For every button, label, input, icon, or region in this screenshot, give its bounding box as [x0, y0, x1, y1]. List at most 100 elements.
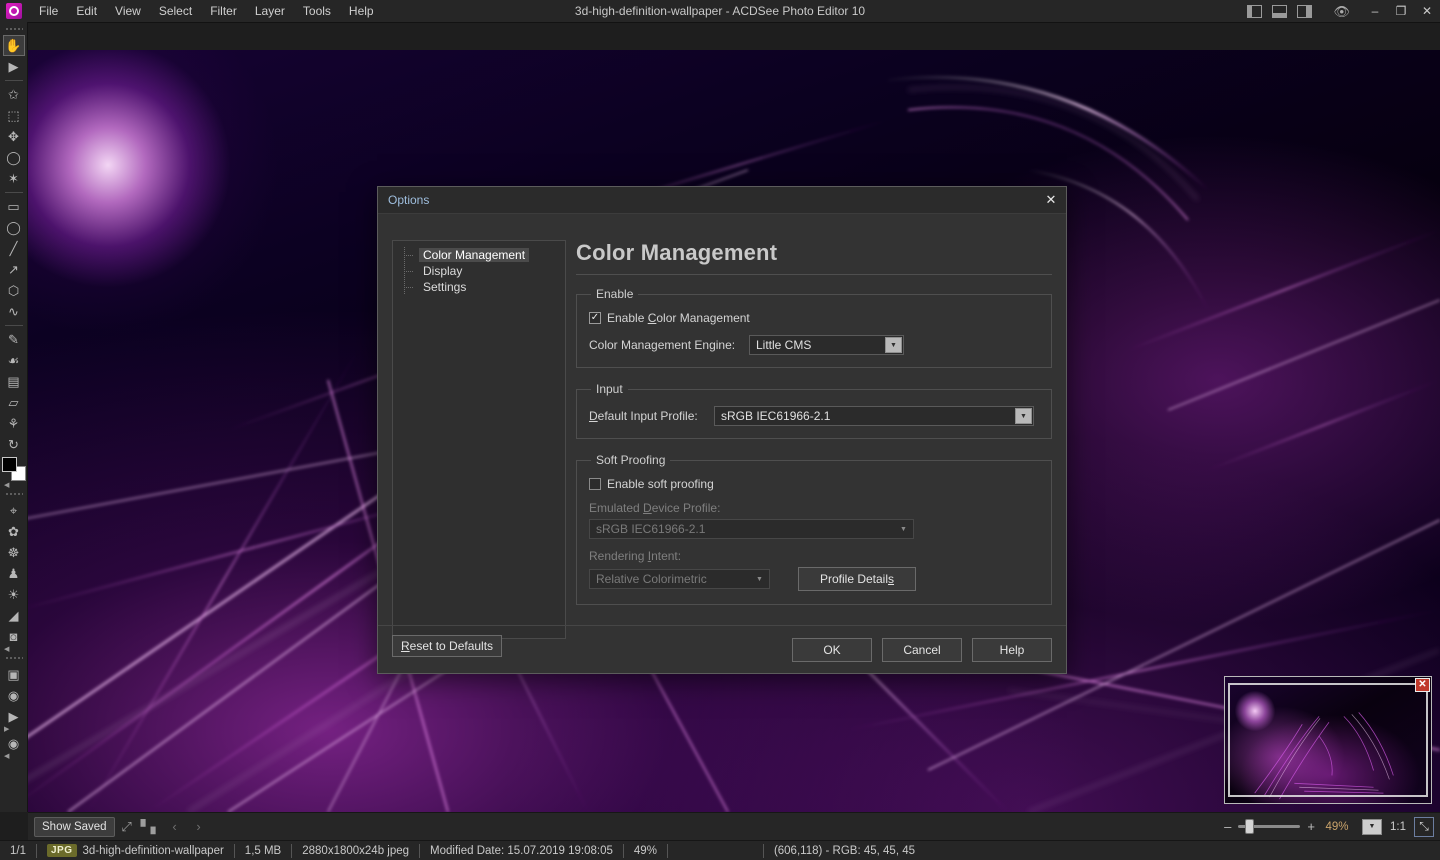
toolbar-section-handle[interactable]: [4, 656, 23, 661]
tree-item-color-management[interactable]: Color Management: [393, 247, 565, 263]
default-input-profile-row: Default Input Profile: sRGB IEC61966-2.1…: [589, 406, 1039, 426]
arrow-tool[interactable]: ↗: [3, 259, 25, 280]
eye-preview-icon[interactable]: 👁: [1333, 5, 1350, 18]
eyedropper-tool[interactable]: ⚘: [3, 413, 25, 434]
previous-image-icon[interactable]: ‹: [163, 816, 187, 838]
color-management-engine-combo[interactable]: Little CMS ▼: [749, 335, 904, 355]
left-pane-icon[interactable]: [1247, 4, 1263, 18]
status-dimensions: 2880x1800x24b jpeg: [302, 844, 410, 857]
enable-color-management-checkbox[interactable]: ✓: [589, 312, 601, 324]
blur-tool[interactable]: ◙: [3, 626, 25, 647]
restore-button[interactable]: ❐: [1388, 0, 1414, 22]
eraser-tool[interactable]: ▱: [3, 392, 25, 413]
menu-select[interactable]: Select: [150, 1, 201, 21]
fit-to-window-icon[interactable]: ⤡: [1414, 816, 1434, 837]
zoom-slider-handle[interactable]: [1245, 819, 1255, 834]
zoom-dropdown-chevron-down-icon[interactable]: ▼: [1362, 818, 1382, 835]
reset-to-defaults-button[interactable]: Reset to Defaults: [392, 635, 503, 657]
color-swatches[interactable]: [1, 457, 26, 481]
light-eq-tool[interactable]: ☀: [3, 584, 25, 605]
right-pane-icon[interactable]: [1297, 4, 1313, 18]
menu-filter[interactable]: Filter: [201, 1, 246, 21]
menu-help[interactable]: Help: [340, 1, 383, 21]
toolbar-drag-handle[interactable]: [4, 27, 23, 32]
paint-bucket-tool[interactable]: ◢: [3, 605, 25, 626]
menu-layer[interactable]: Layer: [246, 1, 294, 21]
next-image-icon[interactable]: ›: [187, 816, 211, 838]
foreground-color-swatch[interactable]: [1, 457, 17, 472]
navigator-viewport-frame[interactable]: [1228, 683, 1428, 797]
zoom-slider[interactable]: [1238, 819, 1301, 834]
dialog-close-icon[interactable]: ✕: [1036, 187, 1066, 213]
tree-item-settings[interactable]: Settings: [393, 279, 565, 295]
toolbar-section-handle[interactable]: [4, 492, 23, 497]
menu-edit[interactable]: Edit: [67, 1, 106, 21]
profile-details-button[interactable]: Profile Details: [798, 567, 916, 591]
fill-circle-tool[interactable]: ◉: [3, 685, 25, 706]
chevron-down-icon[interactable]: ▼: [885, 337, 902, 353]
rectangle-shape-tool[interactable]: ▭: [3, 196, 25, 217]
rendering-intent-row: Relative Colorimetric ▼ Profile Details: [589, 567, 1039, 591]
acdsee-photo-editor-window: File Edit View Select Filter Layer Tools…: [0, 0, 1440, 860]
brush-tool[interactable]: ✎: [3, 329, 25, 350]
clone-stamp-tool[interactable]: ☙: [3, 350, 25, 371]
ok-button[interactable]: OK: [792, 638, 872, 662]
bottom-pane-icon[interactable]: [1272, 4, 1288, 18]
enable-soft-proofing-checkbox[interactable]: [589, 478, 601, 490]
histogram-icon[interactable]: ▘▖: [139, 816, 163, 838]
pan-hand-tool[interactable]: ✋: [2, 35, 25, 56]
menu-tools[interactable]: Tools: [294, 1, 340, 21]
repair-tool[interactable]: ☸: [3, 542, 25, 563]
emulated-device-profile-combo[interactable]: sRGB IEC61966-2.1 ▼: [589, 519, 914, 539]
curve-tool[interactable]: ∿: [3, 301, 25, 322]
play-button-tool[interactable]: ◉: [3, 733, 25, 754]
default-input-profile-combo[interactable]: sRGB IEC61966-2.1 ▼: [714, 406, 1034, 426]
blemish-remover-tool[interactable]: ✿: [3, 521, 25, 542]
cancel-button[interactable]: Cancel: [882, 638, 962, 662]
menu-view[interactable]: View: [106, 1, 150, 21]
settings-category-tree[interactable]: Color Management Display Settings: [392, 240, 566, 639]
toolbar-separator: [4, 192, 23, 193]
zoom-controls: – + 49% ▼ 1:1 ⤡: [1219, 816, 1440, 837]
navigator-panel[interactable]: ✕: [1224, 676, 1432, 804]
dialog-title-bar[interactable]: Options ✕: [378, 187, 1066, 214]
lasso-tool[interactable]: ◯: [3, 147, 25, 168]
rendering-intent-combo[interactable]: Relative Colorimetric ▼: [589, 569, 770, 589]
help-button[interactable]: Help: [972, 638, 1052, 662]
chevron-down-icon[interactable]: ▼: [751, 571, 768, 587]
polygon-select-tool[interactable]: ✥: [3, 126, 25, 147]
input-group: Input Default Input Profile: sRGB IEC619…: [576, 382, 1052, 439]
marquee-nodes-tool[interactable]: ⬚: [3, 105, 25, 126]
show-saved-button[interactable]: Show Saved: [34, 816, 115, 837]
input-group-legend: Input: [596, 382, 623, 396]
minimize-button[interactable]: –: [1362, 0, 1388, 22]
ellipse-shape-tool[interactable]: ◯: [3, 217, 25, 238]
enable-color-management-row[interactable]: ✓ Enable Color Management: [589, 311, 1039, 325]
move-selection-tool[interactable]: ▶: [3, 56, 25, 77]
chevron-down-icon[interactable]: ▼: [1015, 408, 1032, 424]
navigator-close-icon[interactable]: ✕: [1415, 678, 1430, 692]
zoom-out-button[interactable]: –: [1219, 820, 1236, 833]
default-input-profile-label: Default Input Profile:: [589, 409, 698, 423]
tree-item-display[interactable]: Display: [393, 263, 565, 279]
fill-square-tool[interactable]: ▣: [3, 664, 25, 685]
fullscreen-icon[interactable]: ⤢: [115, 816, 139, 838]
play-expand-arrow-icon[interactable]: ◀: [4, 753, 9, 760]
magic-select-tool[interactable]: ✶: [3, 168, 25, 189]
line-tool[interactable]: ╱: [3, 238, 25, 259]
magic-wand-select-tool[interactable]: ✩: [3, 84, 25, 105]
enable-soft-proofing-row[interactable]: Enable soft proofing: [589, 477, 1039, 491]
effects-expand-arrow-icon[interactable]: ◀: [4, 646, 9, 653]
chevron-down-icon[interactable]: ▼: [895, 521, 912, 537]
zoom-in-button[interactable]: +: [1302, 820, 1320, 833]
close-button[interactable]: ✕: [1414, 0, 1440, 22]
menu-file[interactable]: File: [30, 1, 67, 21]
swatch-expand-arrow-icon[interactable]: ◀: [4, 482, 9, 489]
bottom-tool-bar: Show Saved ⤢ ▘▖ ‹ › – + 49% ▼ 1:1 ⤡: [28, 812, 1440, 840]
play-shape-tool[interactable]: ▶: [3, 706, 25, 727]
gradient-tool[interactable]: ▤: [3, 371, 25, 392]
red-eye-tool[interactable]: ⌖: [3, 500, 25, 521]
swap-colors-tool[interactable]: ↻: [3, 434, 25, 455]
polygon-tool[interactable]: ⬡: [3, 280, 25, 301]
dodge-burn-tool[interactable]: ♟: [3, 563, 25, 584]
